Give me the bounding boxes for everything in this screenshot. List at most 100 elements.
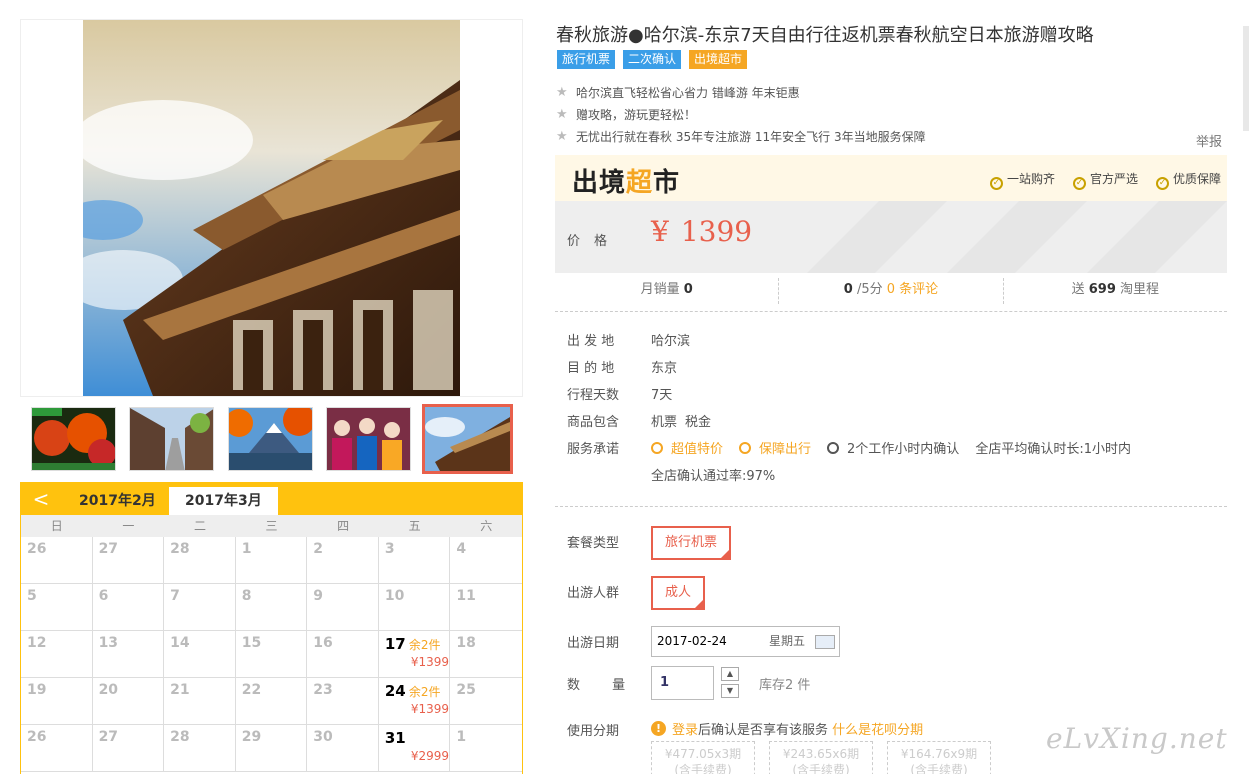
quantity-down-icon[interactable]: ▼	[721, 684, 739, 698]
calendar-day: 13	[92, 631, 165, 678]
info-row-destination: 目 的 地东京	[567, 361, 678, 376]
calendar-grid: 26 27 28 1 2 3 4 5 6 7 8 9 10 11 12 13 14 15 16 17 余2件 ¥1399 1…	[21, 537, 522, 772]
day-number: 26	[27, 729, 47, 745]
day-number: 11	[456, 588, 476, 604]
day-number: 23	[313, 682, 333, 698]
rating: 0 /5分 0 条评论	[779, 278, 1004, 304]
quantity-label: 数 量	[567, 678, 640, 693]
weekday: 五	[408, 519, 421, 533]
package-option-flight[interactable]: 旅行机票	[651, 526, 732, 560]
installment-notice: ! 登录 后确认是否享有该服务 什么是花呗分期	[651, 719, 923, 738]
day-number: 17	[384, 635, 406, 653]
thumbnail-autumn-leaves[interactable]	[31, 407, 116, 471]
calendar-day: 28	[164, 725, 236, 772]
day-stock: 余2件	[408, 638, 441, 652]
points: 送 699 淘里程	[1071, 282, 1160, 297]
installment-label: 使用分期	[567, 724, 620, 739]
check-icon	[739, 442, 752, 454]
selected-corner-icon	[693, 598, 706, 610]
day-number: 27	[98, 541, 119, 557]
calendar-day: 16	[307, 631, 379, 678]
product-title: 春秋旅游●哈尔滨-东京7天自由行往返机票春秋航空日本旅游赠攻略	[556, 25, 1094, 46]
tag-outbound-market: 出境超市	[689, 50, 748, 69]
calendar-day: 14	[164, 631, 236, 678]
feature-list: ★ 哈尔滨直飞轻松省心省力 错峰游 年末钜惠 ★ 赠攻略，游玩更轻松！ ★ 无忧出行就…	[556, 82, 926, 148]
date-input[interactable]: 2017-02-24 星期五	[651, 626, 840, 657]
calendar-day: 4	[450, 537, 522, 584]
calendar-day: 5	[21, 584, 93, 631]
calendar-day: 12	[21, 631, 93, 678]
calendar-day: 26	[21, 537, 93, 584]
thumbnail-old-street[interactable]	[129, 407, 214, 471]
selected-corner-icon	[719, 548, 732, 560]
quantity-input[interactable]: 1	[651, 666, 714, 700]
quantity-up-icon[interactable]: ▲	[721, 667, 739, 681]
weekday: 一	[122, 519, 135, 533]
calendar-day-available[interactable]: 17 余2件 ¥1399	[378, 631, 451, 678]
brand-banner: 出境超市 ✓ 一站购齐 ✓ 官方严选 ✓ 优质保障	[555, 155, 1227, 201]
tag-flight-ticket: 旅行机票	[557, 50, 616, 69]
login-link[interactable]: 登录	[672, 719, 698, 738]
scrollbar[interactable]	[1243, 26, 1249, 131]
divider	[555, 506, 1227, 507]
report-link[interactable]: 举报	[1196, 131, 1222, 150]
huabei-help-link[interactable]: 什么是花呗分期	[832, 719, 923, 738]
date-calendar: < 2017年2月 2017年3月 日 一 二 三 四 五 六 26 27 28 1 2…	[20, 482, 523, 774]
weekday: 二	[193, 519, 206, 533]
brand-logo: 出境超市	[572, 168, 681, 198]
price-value: ¥1399	[651, 215, 753, 248]
calendar-day-available[interactable]: 24 余2件 ¥1399	[378, 678, 451, 725]
day-number: 20	[98, 682, 119, 698]
day-number: 3	[384, 541, 395, 557]
thumbnail-mount-fuji[interactable]	[228, 407, 313, 471]
calendar-day: 29	[235, 725, 308, 772]
day-number: 5	[27, 588, 37, 604]
day-number: 28	[170, 729, 190, 745]
main-product-image[interactable]	[20, 19, 523, 397]
thumbnail-dolls[interactable]	[326, 407, 411, 471]
calendar-tab-feb[interactable]: 2017年2月	[69, 487, 166, 515]
reviews-link[interactable]: 0 条评论	[887, 282, 938, 297]
check-icon: ✓	[989, 177, 1003, 190]
weekday: 日	[50, 519, 63, 533]
product-info: 出 发 地哈尔滨 目 的 地东京 行程天数 7天 商品包含 机票 税金 服务承诺 超值…	[567, 328, 1227, 490]
calendar-icon[interactable]	[815, 635, 835, 649]
day-price: ¥1399	[410, 655, 450, 669]
calendar-day-available[interactable]: 31 ¥2999	[378, 725, 451, 772]
calendar-day: 25	[450, 678, 522, 725]
calendar-weekdays: 日 一 二 三 四 五 六	[21, 515, 522, 537]
calendar-day: 9	[307, 584, 379, 631]
weekday: 三	[265, 519, 278, 533]
day-number: 8	[241, 588, 252, 604]
installment-option-3[interactable]: ¥477.05x3期 (含手续费)	[651, 741, 755, 774]
day-stock: 余2件	[408, 685, 441, 699]
info-row-days: 行程天数 7天	[567, 388, 673, 403]
brand-badges: ✓ 一站购齐 ✓ 官方严选 ✓ 优质保障	[989, 170, 1221, 190]
calendar-day: 8	[235, 584, 308, 631]
day-price: ¥1399	[410, 702, 450, 716]
calendar-tab-mar[interactable]: 2017年3月	[169, 487, 278, 515]
check-icon: ✓	[1072, 177, 1086, 190]
calendar-day: 30	[307, 725, 379, 772]
installment-option-9[interactable]: ¥164.76x9期 (含手续费)	[887, 741, 991, 774]
day-number: 15	[241, 635, 262, 651]
calendar-day: 21	[164, 678, 236, 725]
people-option-adult[interactable]: 成人	[651, 576, 706, 610]
day-number: 10	[384, 588, 405, 604]
watermark: eLvXing.net	[1046, 722, 1228, 755]
feature-item: ★ 赠攻略，游玩更轻松！	[556, 104, 926, 126]
promise-best-price: 超值特价	[651, 436, 731, 463]
day-number: 31	[384, 729, 406, 747]
check-icon: ✓	[1155, 177, 1169, 190]
price-pattern	[807, 201, 1227, 273]
thumbnail-temple[interactable]	[422, 404, 513, 474]
calendar-day: 11	[450, 584, 522, 631]
thumbnail-strip	[20, 400, 523, 478]
badge-one-stop: ✓ 一站购齐	[989, 170, 1055, 190]
calendar-prev-icon[interactable]: <	[29, 487, 53, 511]
warning-icon: !	[651, 721, 666, 736]
day-number: 25	[456, 682, 476, 698]
weekday: 四	[337, 519, 350, 533]
day-number: 18	[456, 635, 476, 651]
installment-option-6[interactable]: ¥243.65x6期 (含手续费)	[769, 741, 873, 774]
